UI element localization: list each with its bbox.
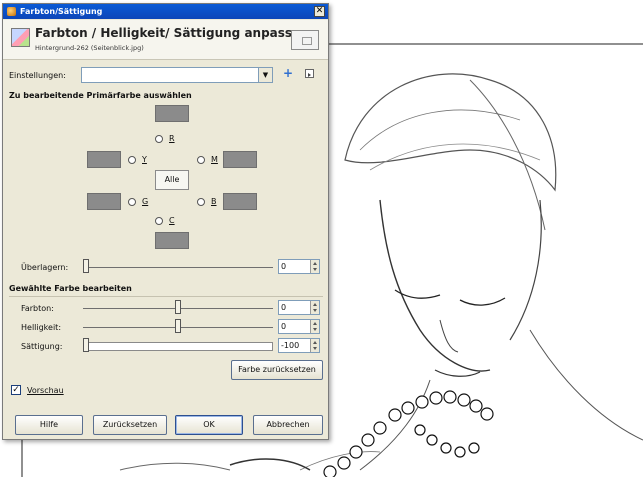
help-button[interactable]: Hilfe: [15, 415, 83, 435]
spin-arrows-icon[interactable]: [310, 320, 319, 333]
hue-value: 0: [281, 303, 287, 312]
header-title: Farbton / Helligkeit/ Sättigung anpassen: [35, 26, 309, 40]
radio-yellow[interactable]: [128, 156, 136, 164]
hue-saturation-tool-icon: [11, 28, 30, 47]
dialog-titlebar[interactable]: Farbton/Sättigung ✕: [3, 4, 328, 19]
swatch-magenta: [223, 151, 257, 168]
overlap-spinbox[interactable]: 0: [278, 259, 320, 274]
swatch-yellow: [87, 151, 121, 168]
swatch-cyan: [155, 232, 189, 249]
header-subtitle: Hintergrund-262 (Seitenblick.jpg): [35, 44, 144, 52]
overlap-slider-thumb[interactable]: [83, 259, 89, 273]
spin-arrows-icon[interactable]: [310, 301, 319, 314]
preview-checkbox[interactable]: ✓: [11, 385, 21, 395]
lightness-value: 0: [281, 322, 287, 331]
reset-color-button[interactable]: Farbe zurücksetzen: [231, 360, 323, 380]
preview-label: Vorschau: [27, 386, 64, 395]
edit-color-heading: Gewählte Farbe bearbeiten: [9, 284, 132, 293]
swatch-red: [155, 105, 189, 122]
lightness-spinbox[interactable]: 0: [278, 319, 320, 334]
plus-icon[interactable]: +: [283, 66, 293, 80]
spin-arrows-icon[interactable]: [310, 260, 319, 273]
radio-cyan[interactable]: [155, 217, 163, 225]
gimp-app-icon: [7, 7, 16, 16]
spin-arrows-icon[interactable]: [310, 339, 319, 352]
radio-cyan-label: C: [169, 216, 175, 225]
radio-red-label: R: [169, 134, 175, 143]
saturation-slider-track[interactable]: [83, 342, 273, 351]
close-icon[interactable]: ✕: [314, 6, 325, 17]
radio-yellow-label: Y: [142, 155, 147, 164]
lightness-label: Helligkeit:: [21, 323, 62, 332]
reset-button[interactable]: Zurücksetzen: [93, 415, 167, 435]
radio-magenta-label: M: [211, 155, 218, 164]
presets-label: Einstellungen:: [9, 71, 66, 80]
menu-arrow-icon[interactable]: [305, 69, 314, 78]
presets-combo[interactable]: ▼: [81, 67, 273, 83]
saturation-spinbox[interactable]: -100: [278, 338, 320, 353]
all-colors-button[interactable]: Alle: [155, 170, 189, 190]
hue-saturation-dialog: Farbton/Sättigung ✕ Farbton / Helligkeit…: [2, 3, 329, 440]
dialog-title: Farbton/Sättigung: [20, 7, 103, 16]
saturation-value: -100: [281, 341, 300, 350]
saturation-label: Sättigung:: [21, 342, 63, 351]
hue-slider-thumb[interactable]: [175, 300, 181, 314]
hue-label: Farbton:: [21, 304, 54, 313]
dropdown-arrow-icon[interactable]: ▼: [258, 68, 272, 82]
primary-color-heading: Zu bearbeitende Primärfarbe auswählen: [9, 91, 192, 100]
radio-red[interactable]: [155, 135, 163, 143]
saturation-slider-thumb[interactable]: [83, 338, 89, 352]
swatch-green: [87, 193, 121, 210]
cancel-button[interactable]: Abbrechen: [253, 415, 323, 435]
radio-green[interactable]: [128, 198, 136, 206]
overlap-label: Überlagern:: [21, 263, 69, 272]
ok-button[interactable]: OK: [175, 415, 243, 435]
overlap-value: 0: [281, 262, 287, 271]
lightness-slider-thumb[interactable]: [175, 319, 181, 333]
swatch-blue: [223, 193, 257, 210]
image-thumbnail: [291, 30, 319, 50]
hue-spinbox[interactable]: 0: [278, 300, 320, 315]
overlap-slider-track[interactable]: [83, 267, 273, 268]
radio-blue-label: B: [211, 197, 217, 206]
section-divider: [9, 296, 323, 297]
dialog-header: Farbton / Helligkeit/ Sättigung anpassen…: [3, 20, 328, 60]
radio-blue[interactable]: [197, 198, 205, 206]
radio-green-label: G: [142, 197, 149, 206]
radio-magenta[interactable]: [197, 156, 205, 164]
